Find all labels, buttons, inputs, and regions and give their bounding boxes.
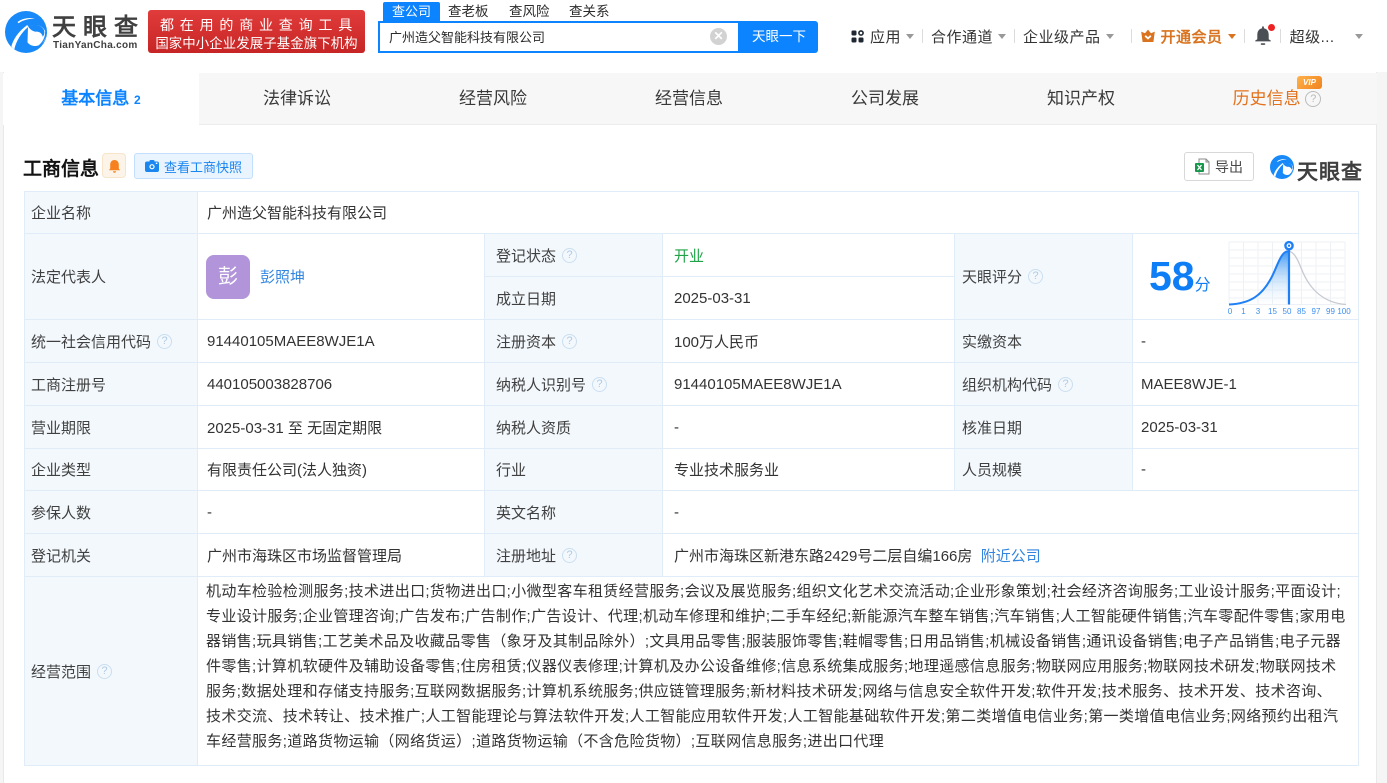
svg-text:1: 1 — [1241, 307, 1246, 316]
svg-text:3: 3 — [1256, 307, 1261, 316]
svg-text:99: 99 — [1326, 307, 1335, 316]
svg-text:100: 100 — [1337, 307, 1351, 316]
svg-text:97: 97 — [1312, 307, 1321, 316]
svg-text:15: 15 — [1268, 307, 1277, 316]
svg-text:50: 50 — [1283, 307, 1292, 316]
svg-text:85: 85 — [1297, 307, 1306, 316]
svg-text:0: 0 — [1228, 307, 1233, 316]
